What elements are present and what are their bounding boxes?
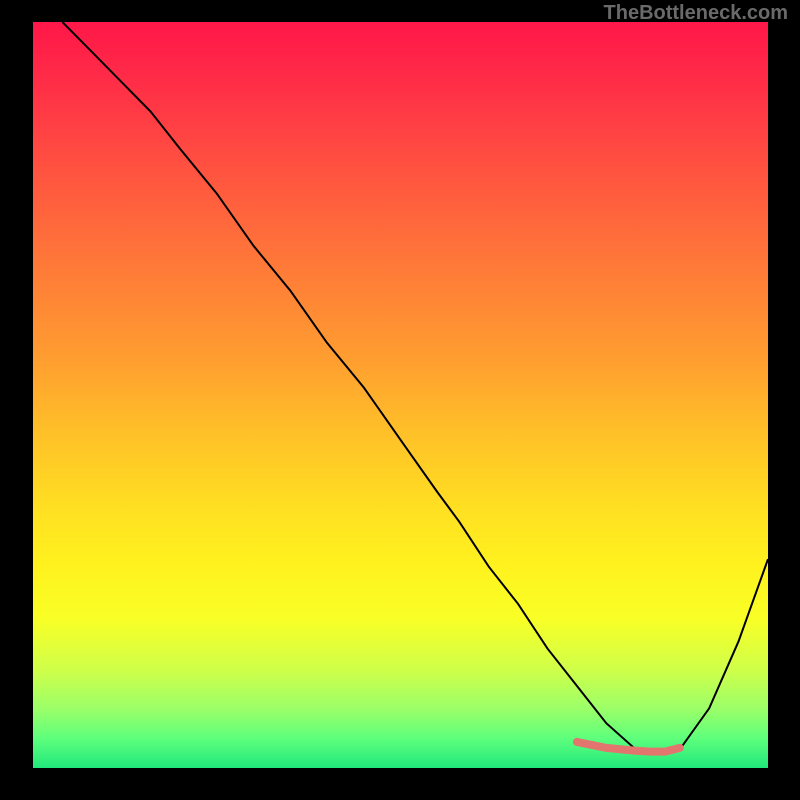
chart-frame: TheBottleneck.com [0,0,800,800]
bottleneck-curve [62,22,768,753]
watermark-text: TheBottleneck.com [604,2,788,25]
plot-area [33,22,768,768]
curves-svg [33,22,768,768]
